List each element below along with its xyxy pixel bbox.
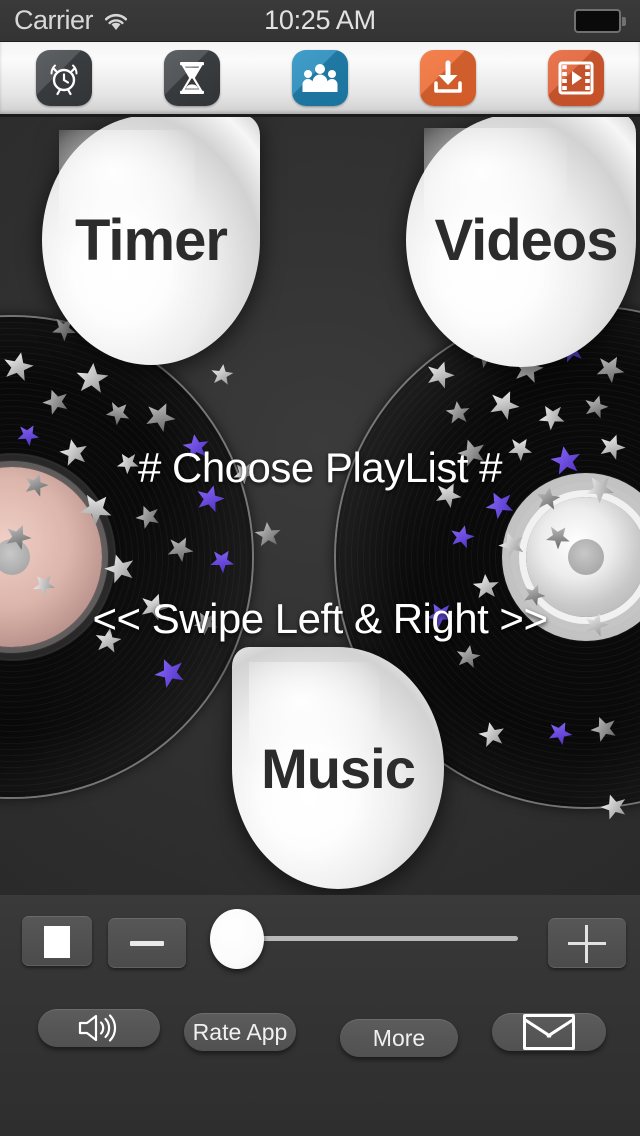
more-label: More: [372, 1024, 426, 1051]
footer-buttons: Rate App More: [0, 1005, 640, 1075]
rate-app-button[interactable]: Rate App: [184, 1013, 296, 1051]
status-bar-time: 10:25 AM: [264, 5, 376, 35]
volume-button[interactable]: [38, 1009, 160, 1047]
download-icon[interactable]: [420, 50, 476, 106]
slider-track[interactable]: [230, 936, 518, 941]
timer-button-label: Timer: [75, 207, 228, 273]
choose-playlist-text: # Choose PlayList #: [137, 444, 503, 491]
hourglass-icon[interactable]: [164, 50, 220, 106]
app-root: Carrier 10:25 AM # Choose PlayList # << …: [0, 0, 640, 1136]
timer-button[interactable]: Timer: [42, 117, 260, 365]
music-button[interactable]: Music: [232, 647, 444, 889]
mail-button[interactable]: [492, 1013, 606, 1051]
swipe-hint-text: << Swipe Left & Right >>: [92, 595, 548, 642]
increase-button[interactable]: [548, 918, 626, 968]
stop-square-icon: [44, 925, 70, 958]
plus-icon: [568, 924, 606, 963]
video-film-icon[interactable]: [548, 50, 604, 106]
playlist-stage[interactable]: # Choose PlayList # << Swipe Left & Righ…: [0, 117, 640, 895]
status-bar: Carrier 10:25 AM: [0, 0, 640, 42]
value-slider[interactable]: [210, 909, 518, 969]
videos-button-label: Videos: [434, 207, 618, 273]
icon-toolbar: [0, 42, 640, 117]
videos-button[interactable]: Videos: [406, 117, 636, 367]
rate-app-label: Rate App: [192, 1018, 288, 1045]
decrease-button[interactable]: [108, 918, 186, 968]
more-button[interactable]: More: [340, 1019, 458, 1057]
bottom-panel: Rate App More: [0, 895, 640, 1136]
slider-thumb[interactable]: [210, 909, 264, 969]
people-group-icon[interactable]: [292, 50, 348, 106]
music-button-label: Music: [261, 736, 416, 800]
alarm-clock-icon[interactable]: [36, 50, 92, 106]
battery-icon: [574, 8, 626, 33]
speaker-volume-icon: [78, 1014, 117, 1042]
transport-controls: [0, 909, 640, 974]
stop-button[interactable]: [22, 916, 92, 966]
minus-icon: [130, 941, 164, 946]
envelope-icon: [523, 1014, 575, 1050]
